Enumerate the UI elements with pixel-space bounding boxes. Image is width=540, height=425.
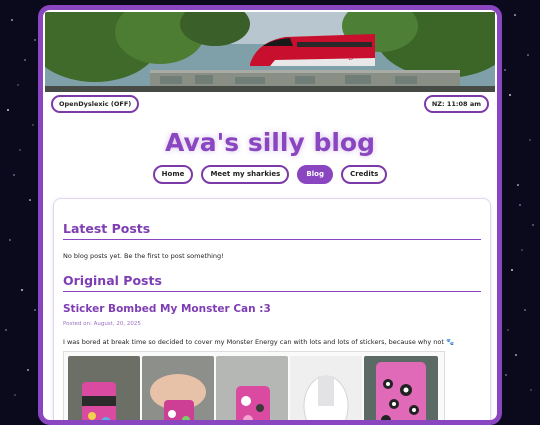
train-banner-image: Virgin [45,12,495,92]
header-banner: Virgin [45,12,495,92]
main-nav: Home Meet my sharkies Blog Credits [43,165,497,184]
gallery-photo-3[interactable] [216,356,288,420]
latest-posts-heading: Latest Posts [63,221,481,240]
dyslexic-font-toggle[interactable]: OpenDyslexic (OFF) [51,95,140,113]
gallery-photo-2[interactable] [142,356,214,420]
train-logo: Virgin [335,51,363,61]
no-posts-message: No blog posts yet. Be the first to post … [63,252,224,260]
post-body: I was bored at break time so decided to … [63,338,455,346]
original-posts-heading: Original Posts [63,273,481,292]
clock-label: NZ: 11:08 am [431,100,481,108]
nav-blog-button[interactable]: Blog [297,165,333,184]
post-date: Posted on: August, 20, 2025 [63,321,141,327]
nav-sharkies-button[interactable]: Meet my sharkies [201,165,290,184]
site-title: Ava's silly blog [165,128,375,157]
gallery-photo-4[interactable] [290,356,362,420]
blog-content-card: Latest Posts No blog posts yet. Be the f… [53,198,491,420]
nav-credits-button[interactable]: Credits [341,165,388,184]
gallery-photo-5[interactable] [364,356,438,420]
dyslexic-toggle-label: OpenDyslexic (OFF) [59,100,132,108]
gallery-photo-1[interactable] [68,356,140,420]
nav-home-button[interactable]: Home [152,165,194,184]
page-frame: Virgin OpenDyslexic (OFF) NZ: 11:08 am A… [38,5,502,425]
post-photo-gallery [63,351,445,420]
nz-clock-badge: NZ: 11:08 am [423,95,489,113]
post-title-link[interactable]: Sticker Bombed My Monster Can :3 [63,303,271,315]
